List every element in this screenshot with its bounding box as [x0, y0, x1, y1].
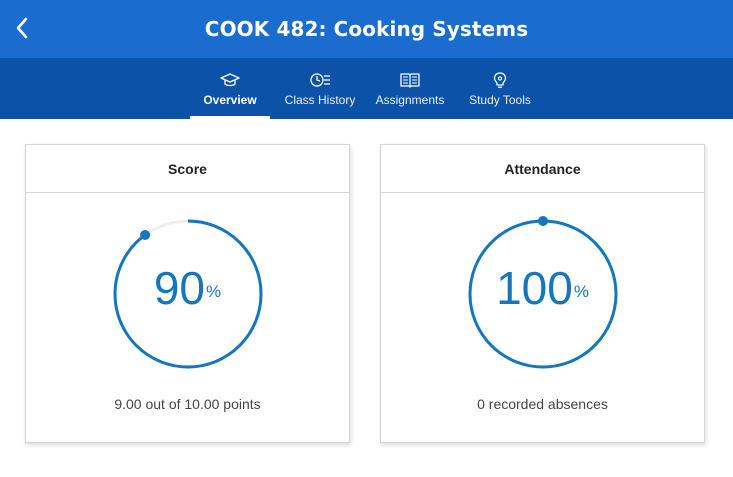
- score-detail: 9.00 out of 10.00 points: [114, 396, 261, 412]
- tab-study-tools-label: Study Tools: [469, 93, 531, 107]
- tab-bar: Overview Class History Assignments Study…: [0, 58, 733, 119]
- score-number: 90: [153, 262, 206, 314]
- score-card-header: Score: [26, 145, 349, 193]
- attendance-value: 100%: [381, 260, 704, 316]
- tab-overview-label: Overview: [203, 93, 257, 107]
- chevron-left-icon: [16, 17, 28, 39]
- score-card: Score 90% 9.00 out of 10.00 points: [25, 144, 350, 443]
- score-title: Score: [168, 160, 207, 177]
- history-icon: [310, 73, 330, 87]
- graduation-cap-icon: [220, 73, 240, 87]
- book-icon: [400, 73, 420, 88]
- attendance-card-header: Attendance: [381, 145, 704, 193]
- attendance-card: Attendance 100% 0 recorded absences: [380, 144, 705, 443]
- score-value: 90%: [26, 260, 349, 316]
- tab-assignments-label: Assignments: [375, 93, 445, 107]
- tab-study-tools[interactable]: Study Tools: [460, 58, 540, 119]
- score-ring: 90%: [26, 193, 349, 393]
- score-percent-sign: %: [206, 282, 222, 301]
- tab-class-history-label: Class History: [284, 93, 356, 107]
- app-header: COOK 482: Cooking Systems: [0, 0, 733, 58]
- attendance-detail: 0 recorded absences: [477, 396, 608, 412]
- back-button[interactable]: [8, 12, 36, 44]
- page-title: COOK 482: Cooking Systems: [204, 17, 529, 41]
- tab-assignments[interactable]: Assignments: [370, 58, 450, 119]
- attendance-percent-sign: %: [573, 282, 589, 301]
- tab-overview[interactable]: Overview: [190, 58, 270, 119]
- attendance-title: Attendance: [504, 160, 581, 177]
- lightbulb-icon: [493, 71, 507, 88]
- attendance-number: 100: [496, 262, 573, 314]
- tab-class-history[interactable]: Class History: [280, 58, 360, 119]
- attendance-ring: 100%: [381, 193, 704, 393]
